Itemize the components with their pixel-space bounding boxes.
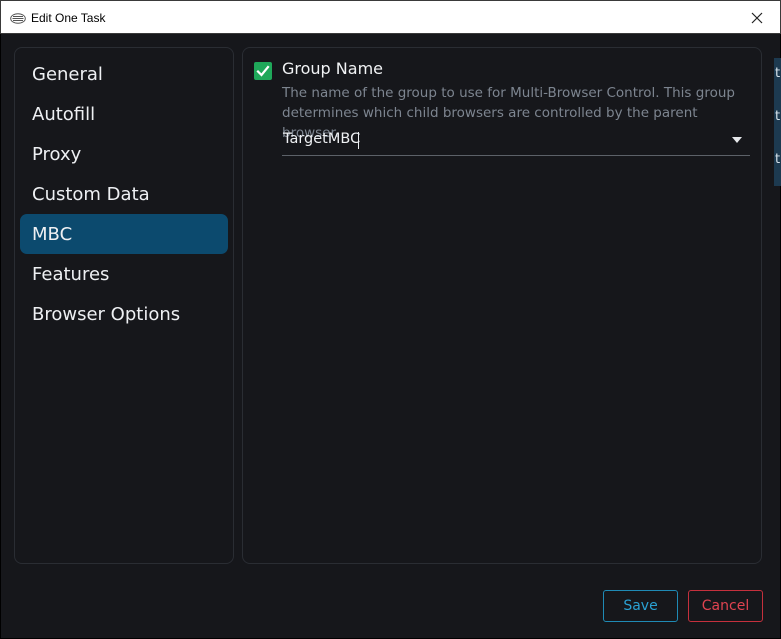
chevron-down-icon[interactable] — [732, 137, 742, 143]
sidebar-item-mbc[interactable]: MBC — [20, 214, 228, 254]
sidebar-item-label: Features — [32, 263, 110, 285]
save-button[interactable]: Save — [603, 590, 678, 622]
background-window-edge: t t t — [774, 58, 781, 186]
sidebar-item-label: Custom Data — [32, 183, 150, 205]
title-bar: Edit One Task — [0, 0, 781, 34]
app-logo-icon — [10, 13, 26, 24]
sidebar-item-browser-options[interactable]: Browser Options — [20, 294, 228, 334]
sidebar-item-custom-data[interactable]: Custom Data — [20, 174, 228, 214]
sidebar-item-label: MBC — [32, 223, 73, 245]
sidebar-item-autofill[interactable]: Autofill — [20, 94, 228, 134]
sidebar-item-features[interactable]: Features — [20, 254, 228, 294]
sidebar-item-general[interactable]: General — [20, 54, 228, 94]
text-caret — [358, 132, 359, 149]
checkmark-icon — [256, 65, 270, 77]
sidebar-item-label: Autofill — [32, 103, 96, 125]
sidebar-item-proxy[interactable]: Proxy — [20, 134, 228, 174]
sidebar-item-label: Browser Options — [32, 303, 181, 325]
group-name-label: Group Name — [282, 59, 383, 78]
group-name-value: TargetMBC — [283, 131, 361, 147]
group-name-select[interactable]: TargetMBC — [282, 126, 750, 156]
cancel-button[interactable]: Cancel — [688, 590, 763, 622]
window-title: Edit One Task — [31, 11, 106, 25]
group-name-checkbox[interactable] — [254, 62, 272, 80]
close-button[interactable] — [734, 1, 780, 34]
sidebar-item-label: General — [32, 63, 103, 85]
sidebar-item-label: Proxy — [32, 143, 82, 165]
close-icon — [751, 12, 763, 23]
settings-sidebar: General Autofill Proxy Custom Data MBC F… — [14, 47, 234, 564]
